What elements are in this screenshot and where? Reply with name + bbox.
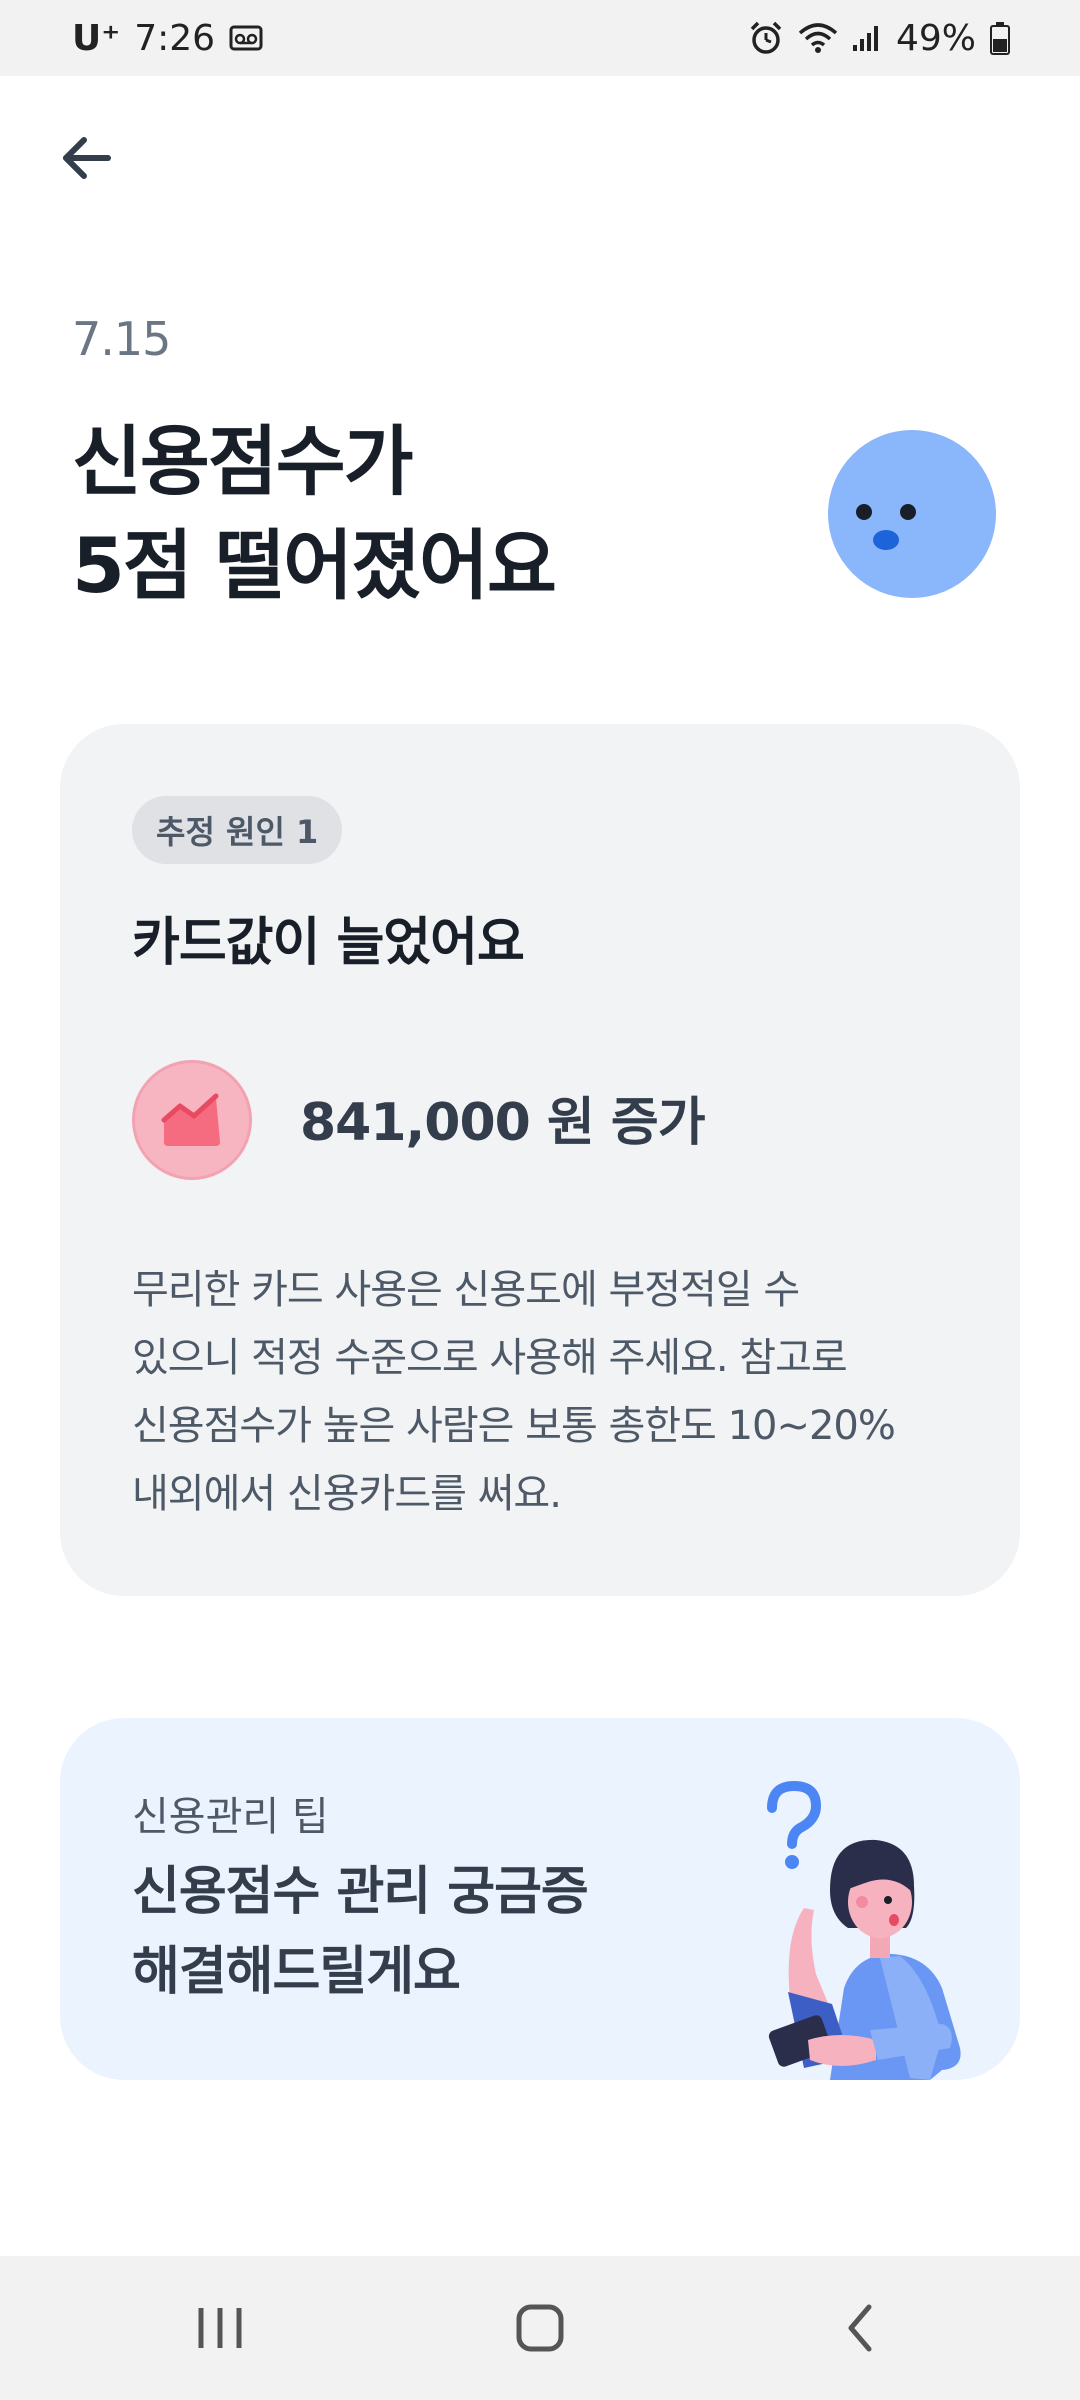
page-title-line2: 5점 떨어졌어요: [72, 521, 557, 610]
page-title-line1: 신용점수가: [72, 417, 414, 506]
back-icon: [848, 2304, 872, 2352]
cause-description-line: 무리한 카드 사용은 신용도에 부정적일 수: [132, 1267, 800, 1313]
voicemail-icon: [229, 24, 263, 52]
date-label: 7.15: [72, 312, 171, 366]
tip-title-line1: 신용점수 관리 궁금증: [132, 1862, 589, 1922]
cause-badge: 추정 원인 1: [132, 796, 343, 864]
status-right: 49%: [748, 18, 1010, 59]
credit-tip-card[interactable]: 신용관리 팁 신용점수 관리 궁금증 해결해드릴게요: [60, 1718, 1020, 2080]
home-icon: [516, 2304, 564, 2352]
wifi-icon: [798, 21, 838, 55]
tip-title-line2: 해결해드릴게요: [132, 1942, 461, 2002]
status-left: U⁺ 7:26: [72, 18, 263, 59]
cause-title: 카드값이 늘었어요: [132, 913, 525, 973]
cause-description-line: 신용점수가 높은 사람은 보통 총한도 10~20%: [132, 1403, 896, 1449]
cause-description: 무리한 카드 사용은 신용도에 부정적일 수 있으니 적정 수준으로 사용해 주…: [132, 1256, 962, 1528]
battery-icon: [990, 21, 1010, 55]
cause-description-line: 있으니 적정 수준으로 사용해 주세요. 참고로: [132, 1335, 848, 1381]
battery-percent: 49%: [895, 17, 976, 59]
trending-up-chart-icon: [132, 1060, 252, 1180]
tip-title: 신용점수 관리 궁금증 해결해드릴게요: [132, 1852, 589, 2012]
home-button[interactable]: [480, 2278, 600, 2378]
system-back-button[interactable]: [800, 2278, 920, 2378]
arrow-left-icon: [63, 137, 111, 179]
carrier-label: U⁺: [72, 17, 121, 59]
sad-face-icon: [828, 430, 996, 598]
signal-icon: [852, 23, 882, 53]
recent-apps-button[interactable]: [160, 2278, 280, 2378]
system-nav-bar: [0, 2256, 1080, 2400]
clock: 7:26: [134, 17, 216, 59]
cause-description-line: 내외에서 신용카드를 써요.: [132, 1471, 562, 1517]
tip-kicker: 신용관리 팁: [132, 1794, 329, 1840]
page-title: 신용점수가 5점 떨어졌어요: [72, 410, 772, 618]
woman-question-phone-illustration: [680, 1778, 980, 2080]
back-button[interactable]: [52, 124, 120, 192]
amount-increase: 841,000 원 증가: [300, 1093, 706, 1153]
cause-card: 추정 원인 1 카드값이 늘었어요 841,000 원 증가 무리한 카드 사용…: [60, 724, 1020, 1596]
recent-apps-icon: [198, 2308, 242, 2348]
status-bar: U⁺ 7:26 49%: [0, 0, 1080, 76]
alarm-icon: [748, 20, 784, 56]
